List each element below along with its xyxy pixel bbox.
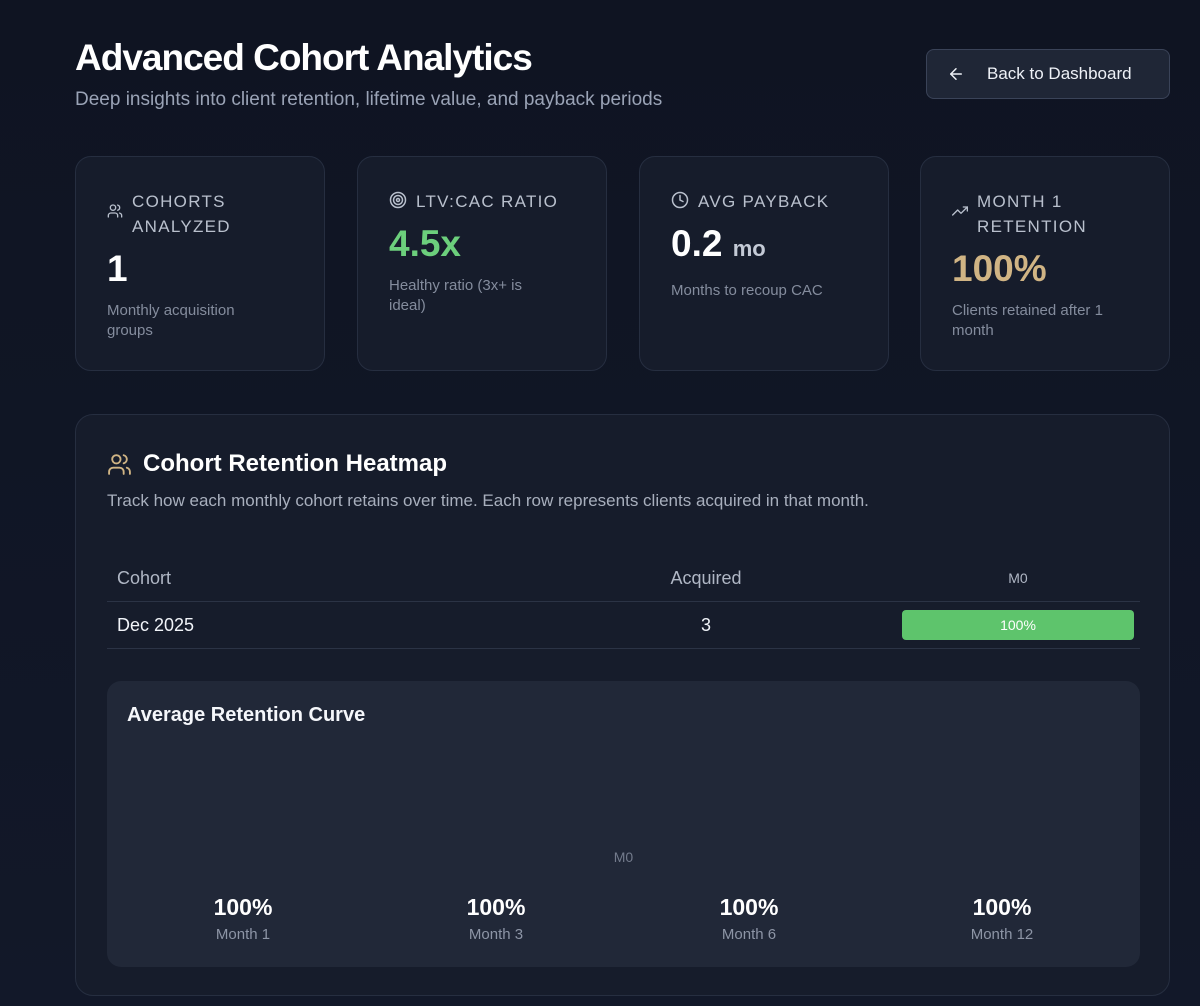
table-header: Cohort Acquired M0	[107, 555, 1140, 602]
users-icon	[108, 453, 131, 475]
stat-value: 0.2 mo	[671, 223, 766, 264]
page-title: Advanced Cohort Analytics	[75, 37, 533, 78]
cohort-heatmap-panel: Cohort Retention Heatmap Track how each …	[75, 414, 1170, 996]
stat-note: Healthy ratio (3x+ is ideal)	[389, 277, 522, 314]
target-icon	[389, 191, 407, 209]
stat-card-cohorts: COHORTS ANALYZED 1 Monthly acquisition g…	[75, 156, 325, 371]
cohort-analytics-page: Advanced Cohort Analytics Deep insights …	[0, 0, 1200, 1006]
cohort-table: Cohort Acquired M0 Dec 2025 3 100%	[107, 555, 1140, 649]
page-header: Advanced Cohort Analytics Deep insights …	[75, 36, 662, 112]
stat-label: COHORTS ANALYZED	[132, 192, 231, 236]
summary-value: 100%	[466, 894, 526, 920]
stat-label: LTV:CAC RATIO	[416, 192, 559, 211]
retention-summary-item: 100% Month 1	[153, 893, 333, 943]
cohort-cell: Dec 2025	[117, 615, 195, 635]
summary-label: Month 12	[970, 926, 1034, 943]
stat-value: 100%	[952, 248, 1047, 289]
table-row: Dec 2025 3 100%	[107, 602, 1140, 649]
arrow-left-icon	[950, 68, 962, 80]
stat-value: 1	[107, 248, 128, 289]
page-subtitle: Deep insights into client retention, lif…	[75, 89, 663, 110]
column-header-m0: M0	[1008, 570, 1028, 586]
column-header-cohort: Cohort	[117, 568, 172, 588]
summary-value: 100%	[972, 894, 1032, 920]
stat-note: Monthly acquisition groups	[107, 302, 235, 339]
stat-unit: mo	[732, 236, 766, 261]
stat-label: AVG PAYBACK	[698, 192, 830, 211]
retention-heat-cell: 100%	[902, 610, 1134, 640]
retention-summary-item: 100% Month 6	[659, 893, 839, 943]
summary-value: 100%	[213, 894, 273, 920]
summary-label: Month 3	[468, 926, 524, 943]
stat-card-payback: AVG PAYBACK 0.2 mo Months to recoup CAC	[639, 156, 889, 371]
stat-card-retention: MONTH 1 RETENTION 100% Clients retained …	[920, 156, 1170, 371]
stat-note: Clients retained after 1 month	[952, 302, 1103, 339]
users-icon	[107, 204, 123, 218]
back-to-dashboard-label: Back to Dashboard	[987, 64, 1132, 83]
retention-curve-card: Average Retention Curve M0 100% Month 1 …	[107, 681, 1140, 967]
summary-value: 100%	[719, 894, 779, 920]
stat-card-ltv-cac: LTV:CAC RATIO 4.5x Healthy ratio (3x+ is…	[357, 156, 607, 371]
stat-note: Months to recoup CAC	[671, 282, 823, 299]
column-header-acquired: Acquired	[670, 568, 742, 588]
summary-label: Month 1	[215, 926, 271, 943]
panel-description: Track how each monthly cohort retains ov…	[107, 491, 869, 510]
retention-summary-item: 100% Month 3	[406, 893, 586, 943]
clock-icon	[671, 191, 689, 209]
panel-header: Cohort Retention Heatmap	[107, 450, 447, 478]
acquired-cell: 3	[700, 615, 711, 635]
curve-axis-label: M0	[613, 849, 634, 865]
retention-summary-item: 100% Month 12	[912, 893, 1092, 943]
trending-up-icon	[952, 206, 968, 216]
summary-label: Month 6	[721, 926, 777, 943]
panel-title: Cohort Retention Heatmap	[143, 450, 448, 477]
curve-title: Average Retention Curve	[127, 704, 366, 726]
stat-value: 4.5x	[389, 223, 462, 264]
stat-label: MONTH 1 RETENTION	[977, 192, 1087, 236]
back-to-dashboard-button[interactable]: Back to Dashboard	[926, 49, 1170, 99]
